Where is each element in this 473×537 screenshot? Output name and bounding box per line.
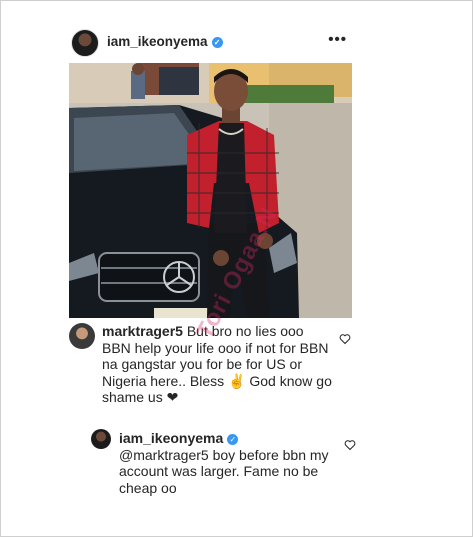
- reply-item: iam_ikeonyema ✓ @marktrager5 boy before b…: [91, 429, 361, 509]
- comment-username[interactable]: marktrager5: [102, 323, 183, 339]
- post-photo-image: [69, 63, 352, 318]
- post-username-label[interactable]: iam_ikeonyema: [107, 34, 208, 49]
- like-heart-icon[interactable]: [344, 439, 356, 451]
- verified-badge-icon: ✓: [211, 37, 223, 48]
- like-heart-icon[interactable]: [339, 333, 351, 345]
- profile-avatar[interactable]: [71, 29, 99, 57]
- reply-mention[interactable]: @marktrager5: [119, 447, 209, 463]
- post-username[interactable]: iam_ikeonyema ✓: [107, 34, 223, 49]
- commenter-avatar[interactable]: [69, 323, 95, 349]
- post-photo[interactable]: [69, 63, 352, 318]
- post-header: iam_ikeonyema ✓ •••: [71, 29, 353, 57]
- reply-text: iam_ikeonyema ✓ @marktrager5 boy before b…: [119, 430, 335, 496]
- more-options-icon[interactable]: •••: [328, 31, 347, 48]
- verified-badge-icon: ✓: [227, 434, 239, 445]
- post-frame: iam_ikeonyema ✓ ••• marktrager5 But bro …: [0, 0, 473, 537]
- replier-avatar[interactable]: [91, 429, 111, 449]
- reply-username[interactable]: iam_ikeonyema: [119, 430, 223, 446]
